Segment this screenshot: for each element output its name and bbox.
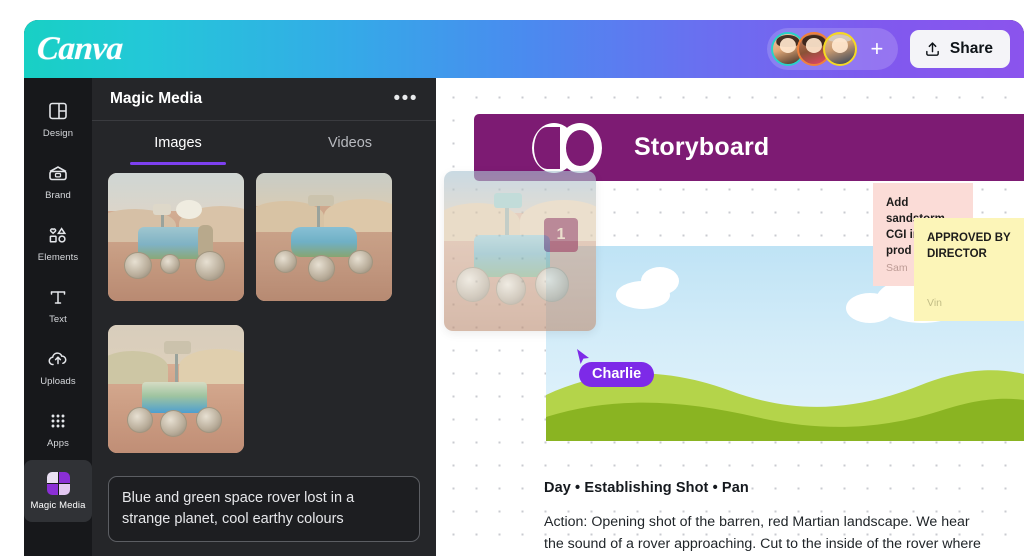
sidebar-item-elements[interactable]: Elements (24, 212, 92, 274)
layout-panels-icon (46, 99, 70, 123)
sidebar-item-apps[interactable]: Apps (24, 398, 92, 460)
tab-videos[interactable]: Videos (264, 121, 436, 165)
dragged-rover-image[interactable] (444, 171, 596, 331)
panel-header: Magic Media ••• (92, 78, 436, 120)
plus-icon[interactable]: + (862, 34, 892, 64)
magic-media-panel: Magic Media ••• Images Videos Blue and g… (92, 78, 436, 556)
sidebar-item-text[interactable]: Text (24, 274, 92, 336)
generated-image-thumbnail[interactable] (108, 325, 244, 454)
scene-caption[interactable]: Day • Establishing Shot • Pan Action: Op… (544, 480, 984, 556)
sidebar-item-magic-media[interactable]: Magic Media (24, 460, 92, 522)
brand-wallet-icon (46, 161, 70, 185)
left-tool-rail: Design Brand Elements Text Uploads Apps … (24, 78, 92, 556)
magic-media-icon (46, 471, 70, 495)
sidebar-item-label: Apps (46, 438, 70, 449)
banner-title: Storyboard (634, 133, 770, 161)
apps-dots-grid-icon (46, 409, 70, 433)
top-bar-right-controls: + Share (766, 28, 1010, 70)
caption-body: Action: Opening shot of the barren, red … (544, 514, 981, 552)
prompt-area: Blue and green space rover lost in a str… (92, 466, 436, 556)
caption-title: Day • Establishing Shot • Pan (544, 480, 749, 496)
text-t-icon (46, 285, 70, 309)
sidebar-item-label: Text (49, 314, 67, 325)
avatar[interactable] (822, 32, 857, 66)
generated-image-thumbnail[interactable] (256, 173, 392, 301)
panel-tabs: Images Videos (92, 121, 436, 165)
share-button[interactable]: Share (909, 30, 1010, 68)
generated-image-thumbnail[interactable] (108, 173, 244, 301)
sticky-note[interactable]: APPROVED BY DIRECTOR Vin (914, 218, 1024, 321)
sidebar-item-label: Design (42, 128, 74, 139)
tab-images[interactable]: Images (92, 121, 264, 165)
canva-logo[interactable]: Canva (36, 31, 124, 67)
overlapping-circles-logo (532, 122, 606, 173)
sticky-note-author: Sam (886, 262, 908, 275)
sidebar-item-label: Uploads (40, 376, 76, 387)
cursor-user-label: Charlie (579, 362, 655, 387)
sidebar-item-label: Magic Media (30, 499, 86, 511)
sidebar-item-uploads[interactable]: Uploads (24, 336, 92, 398)
panel-title: Magic Media (110, 90, 203, 107)
sidebar-item-brand[interactable]: Brand (24, 150, 92, 212)
shapes-grid-icon (46, 223, 70, 247)
screenshot-root: Canva + Share Design Brand Elements Text… (0, 0, 1024, 556)
canva-app-window: Canva + Share Design Brand Elements Text… (24, 20, 1024, 556)
share-button-label: Share (949, 40, 993, 57)
sidebar-item-label: Elements (37, 252, 79, 263)
sidebar-item-label: Brand (45, 190, 71, 201)
sticky-note-text: APPROVED BY DIRECTOR (927, 232, 1011, 261)
sidebar-item-design[interactable]: Design (24, 88, 92, 150)
upload-share-icon (924, 41, 941, 58)
cloud-upload-icon (46, 347, 70, 371)
more-horizontal-icon[interactable]: ••• (394, 89, 418, 108)
prompt-input[interactable]: Blue and green space rover lost in a str… (108, 475, 420, 542)
top-bar: Canva + Share (24, 20, 1024, 78)
collaborator-avatar-group: + (766, 28, 898, 70)
sticky-note-author: Vin (927, 297, 942, 310)
design-canvas[interactable]: Storyboard 1 (436, 78, 1024, 556)
generated-image-results (92, 165, 436, 466)
